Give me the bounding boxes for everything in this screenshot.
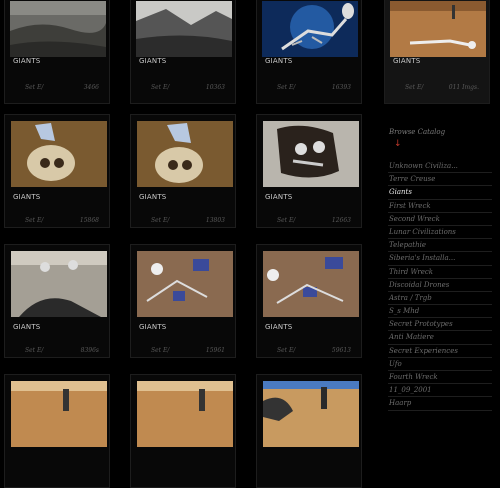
card-set: Set E/ <box>405 84 424 91</box>
catalog-item[interactable]: Fourth Wreck <box>388 371 492 385</box>
catalog-item[interactable]: Telepathie <box>388 239 492 253</box>
card-count: 59613 <box>331 347 351 354</box>
card-count: 15961 <box>205 347 225 354</box>
thumbnail-image[interactable] <box>10 1 106 57</box>
card-count: 8396s <box>80 347 99 354</box>
card-set: Set E/ <box>25 217 44 224</box>
card-title: GIANTS <box>13 57 41 65</box>
thumbnail-image[interactable] <box>263 251 359 317</box>
gallery-card[interactable] <box>4 374 110 488</box>
thumbnail-image[interactable] <box>263 121 359 187</box>
gallery-card[interactable]: GIANTS Set E/ 3466 <box>4 0 110 104</box>
card-title: GIANTS <box>393 57 421 65</box>
card-count: 10363 <box>205 84 225 91</box>
card-set: Set E/ <box>25 347 44 354</box>
gallery-card[interactable]: GIANTS Set E/ 12663 <box>256 114 362 228</box>
catalog-item[interactable]: Astra / Trgb <box>388 292 492 306</box>
catalog-item[interactable]: Third Wreck <box>388 266 492 279</box>
card-count: 15868 <box>79 217 99 224</box>
catalog-menu: Unknown Civiliza... Terre Creuse Giants … <box>388 160 492 411</box>
card-set: Set E/ <box>277 217 296 224</box>
card-title: GIANTS <box>265 193 293 201</box>
card-set: Set E/ <box>151 217 170 224</box>
card-count: 16393 <box>331 84 351 91</box>
catalog-item[interactable]: Lunar Civilizations <box>388 226 492 240</box>
card-count: 3466 <box>83 84 99 91</box>
gallery-card[interactable]: GIANTS Set E/ 15868 <box>4 114 110 228</box>
gallery-card[interactable]: GIANTS Set E/ 011 Imgs. <box>384 0 490 104</box>
card-title: GIANTS <box>13 323 41 331</box>
thumbnail-image[interactable] <box>390 1 486 57</box>
gallery-card[interactable]: GIANTS Set E/ 8396s <box>4 244 110 358</box>
card-set: Set E/ <box>277 84 296 91</box>
thumbnail-image[interactable] <box>137 251 233 317</box>
thumbnail-image[interactable] <box>137 381 233 447</box>
catalog-item[interactable]: Siberia's Installa... <box>388 252 492 266</box>
card-title: GIANTS <box>139 57 167 65</box>
catalog-item[interactable]: Secret Prototypes <box>388 318 492 332</box>
thumbnail-image[interactable] <box>11 121 107 187</box>
thumbnail-image[interactable] <box>11 381 107 447</box>
card-title: GIANTS <box>265 323 293 331</box>
gallery-card[interactable]: GIANTS Set E/ 16393 <box>256 0 362 104</box>
catalog-item[interactable]: S_s Mhd <box>388 305 492 319</box>
card-set: Set E/ <box>151 84 170 91</box>
catalog-item[interactable]: Second Wreck <box>388 213 492 226</box>
card-title: GIANTS <box>265 57 293 65</box>
catalog-item[interactable]: Anti Matiere <box>388 331 492 345</box>
catalog-item[interactable]: 11_09_2001 <box>388 384 492 398</box>
thumbnail-image[interactable] <box>11 251 107 317</box>
catalog-item-active[interactable]: Giants <box>388 186 492 200</box>
card-count: 12663 <box>331 217 351 224</box>
gallery-card[interactable] <box>256 374 362 488</box>
gallery-card[interactable]: GIANTS Set E/ 13803 <box>130 114 236 228</box>
gallery-card[interactable]: GIANTS Set E/ 15961 <box>130 244 236 358</box>
card-count: 13803 <box>205 217 225 224</box>
browse-catalog-heading: Browse Catalog <box>389 128 446 136</box>
card-set: Set E/ <box>277 347 296 354</box>
thumbnail-image[interactable] <box>262 1 358 57</box>
thumbnail-image[interactable] <box>136 1 232 57</box>
gallery-card[interactable] <box>130 374 236 488</box>
gallery-card[interactable]: GIANTS Set E/ 59613 <box>256 244 362 358</box>
card-title: GIANTS <box>139 323 167 331</box>
catalog-item[interactable]: Ufo <box>388 358 492 371</box>
catalog-item[interactable]: Discoidal Drones <box>388 279 492 292</box>
card-title: GIANTS <box>139 193 167 201</box>
gallery-card[interactable]: GIANTS Set E/ 10363 <box>130 0 236 104</box>
card-set: Set E/ <box>25 84 44 91</box>
card-title: GIANTS <box>13 193 41 201</box>
card-count: 011 Imgs. <box>448 84 479 91</box>
catalog-item[interactable]: Secret Experiences <box>388 345 492 358</box>
thumbnail-image[interactable] <box>137 121 233 187</box>
catalog-item[interactable]: Terre Creuse <box>388 173 492 187</box>
catalog-item[interactable]: Haarp <box>388 397 492 411</box>
thumbnail-image[interactable] <box>263 381 359 447</box>
catalog-item[interactable]: First Wreck <box>388 200 492 213</box>
catalog-item[interactable]: Unknown Civiliza... <box>388 160 492 174</box>
arrow-down-icon: ↓ <box>394 139 402 149</box>
card-set: Set E/ <box>151 347 170 354</box>
